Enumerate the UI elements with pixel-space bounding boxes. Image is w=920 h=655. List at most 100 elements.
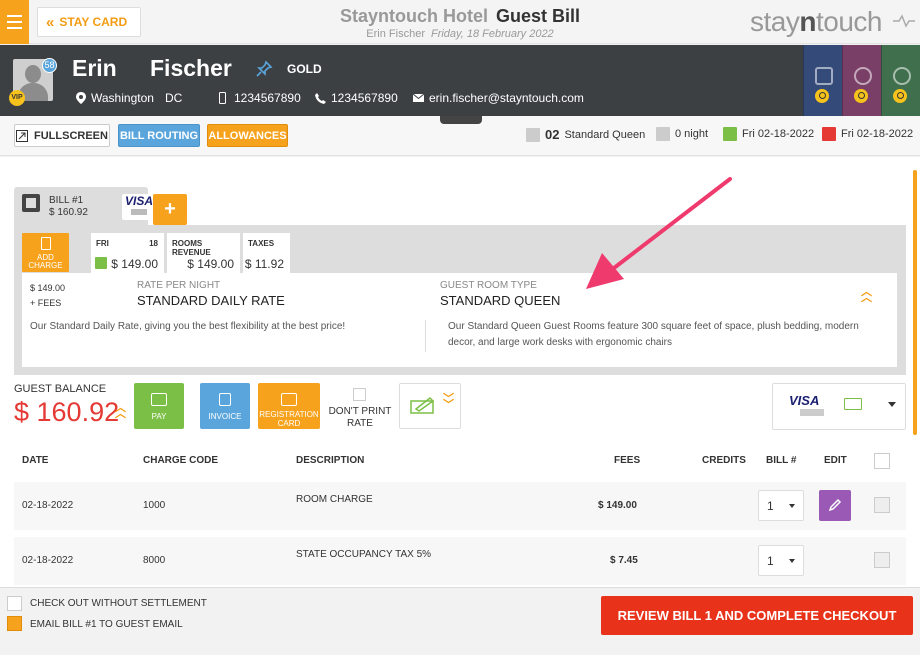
location-pin-icon <box>76 92 86 104</box>
expand-icon <box>16 129 29 142</box>
search-icon <box>815 89 829 103</box>
email-address: erin.fischer@stayntouch.com <box>429 91 584 105</box>
payment-method-select[interactable]: VISA <box>772 383 906 430</box>
guest-location: Washington DC <box>76 91 182 105</box>
search-icon <box>854 89 868 103</box>
annotation-arrow-icon <box>586 177 732 289</box>
guest-last-name: Fischer <box>150 55 232 81</box>
balance-expand-icon[interactable]: ︿ ︿ <box>115 403 126 420</box>
arrival-date: Fri 02-18-2022 <box>742 128 815 140</box>
nights: 0 night <box>675 128 709 140</box>
phone-number: 1234567890 <box>331 91 398 105</box>
key-icon <box>526 127 540 142</box>
add-bill-button[interactable]: + <box>153 194 187 225</box>
mobile-icon <box>219 92 226 104</box>
review-and-checkout-button[interactable]: REVIEW BILL 1 AND COMPLETE CHECKOUT <box>601 596 913 635</box>
checkout-without-settlement-label: CHECK OUT WITHOUT SETTLEMENT <box>30 598 207 609</box>
cheque-button[interactable]: ﹀ ﹀ <box>399 383 461 429</box>
bill-label: BILL #1 <box>49 195 84 206</box>
hotel-name: Stayntouch Hotel <box>339 6 488 26</box>
wallet-icon <box>151 393 167 406</box>
guest-mobile: 1234567890 <box>219 91 301 105</box>
allowances-button[interactable]: ALLOWANCES <box>207 124 288 147</box>
bill-tab-1[interactable]: BILL #1 $ 160.92 VISA <box>14 187 156 225</box>
rate-amount: $ 149.00 <box>30 283 66 293</box>
stayntouch-logo: stayntouch <box>750 6 882 37</box>
taxes-tab[interactable]: TAXES $ 11.92 <box>243 233 290 273</box>
col-edit: EDIT <box>824 455 847 466</box>
edit-button[interactable] <box>819 490 851 521</box>
departure-arrow-icon <box>822 127 836 141</box>
departure-date: Fri 02-18-2022 <box>841 128 914 140</box>
invoice-button[interactable]: INVOICE <box>200 383 250 429</box>
top-bar: « STAY CARD Stayntouch Hotel Guest Bill E… <box>0 0 920 44</box>
drawer-handle[interactable] <box>440 116 482 124</box>
col-date: DATE <box>22 455 49 466</box>
row-date: 02-18-2022 <box>22 555 74 566</box>
row-description: ROOM CHARGE <box>296 494 373 505</box>
room-type-name: STANDARD QUEEN <box>440 293 561 308</box>
bill-number-select[interactable]: 1 <box>758 545 804 576</box>
bill-number-select[interactable]: 1 <box>758 490 804 521</box>
rooms-revenue-tab[interactable]: ROOMS REVENUE $ 149.00 <box>167 233 240 273</box>
page-title-text: Guest Bill <box>496 6 581 26</box>
checkout-without-settlement-checkbox[interactable] <box>7 596 22 611</box>
col-credits: CREDITS <box>702 455 746 466</box>
dont-print-rate-checkbox[interactable] <box>353 388 366 401</box>
row-date: 02-18-2022 <box>22 500 74 511</box>
chevron-down-icon: ﹀ ﹀ <box>443 393 454 411</box>
arrival-arrow-icon <box>723 127 737 141</box>
building-icon <box>815 67 833 85</box>
pin-icon[interactable] <box>255 60 273 78</box>
group-icon <box>893 67 911 85</box>
cheque-icon <box>410 396 435 414</box>
row-fees: $ 7.45 <box>610 555 638 566</box>
activity-icon[interactable] <box>893 14 915 28</box>
title-date: Friday, 18 February 2022 <box>430 28 554 40</box>
select-all-checkbox[interactable] <box>874 453 890 469</box>
title-guest-name: Erin Fischer <box>366 28 425 40</box>
quick-tiles <box>803 45 920 116</box>
guest-balance-value: $ 160.92 <box>14 397 120 427</box>
departure-info: Fri 02-18-2022 <box>822 127 913 141</box>
printer-icon <box>281 393 297 406</box>
tile-building[interactable] <box>803 45 842 116</box>
card-number-mask <box>800 409 824 416</box>
rate-fees: + FEES <box>30 298 62 308</box>
collapse-icon[interactable]: ︿ ︿ <box>861 287 872 304</box>
rate-name: STANDARD DAILY RATE <box>137 293 285 308</box>
mobile-number: 1234567890 <box>234 91 301 105</box>
scrollbar[interactable] <box>913 170 917 435</box>
nights-info: 0 night <box>656 127 708 141</box>
room-number: 02 <box>545 127 560 142</box>
col-charge-code: CHARGE CODE <box>143 455 219 466</box>
dropdown-arrow-icon <box>888 402 896 407</box>
tile-globe[interactable] <box>842 45 881 116</box>
phone-icon <box>315 92 326 104</box>
vip-badge: VIP <box>9 90 25 106</box>
email-icon <box>413 94 424 102</box>
room-type-label: GUEST ROOM TYPE <box>440 280 537 291</box>
fullscreen-button[interactable]: FULLSCREEN <box>14 124 110 147</box>
row-charge-code: 8000 <box>143 555 166 566</box>
guest-header: 58 Erin Fischer GOLD Washington DC 12345… <box>0 45 920 116</box>
arrival-arrow-icon <box>95 257 107 269</box>
email-bill-checkbox[interactable] <box>7 616 22 631</box>
guest-phone: 1234567890 <box>315 91 398 105</box>
row-checkbox[interactable] <box>874 497 890 513</box>
tile-groups[interactable] <box>881 45 920 116</box>
dont-print-rate-label: DON'T PRINT RATE <box>328 406 392 429</box>
guest-balance-label: GUEST BALANCE <box>14 383 107 395</box>
moon-icon <box>656 127 670 141</box>
add-charge-button[interactable]: ADD CHARGE <box>22 233 69 272</box>
bill-icon <box>22 194 40 212</box>
pay-button[interactable]: PAY <box>134 383 184 429</box>
day-rate-tab[interactable]: FRI 18 $ 149.00 <box>91 233 164 273</box>
search-icon <box>893 89 907 103</box>
email-bill-label: EMAIL BILL #1 TO GUEST EMAIL <box>30 619 183 630</box>
registration-card-button[interactable]: REGISTRATION CARD <box>258 383 320 429</box>
room-description: Our Standard Queen Guest Rooms feature 3… <box>448 321 859 348</box>
calculator-icon <box>40 237 51 250</box>
row-checkbox[interactable] <box>874 552 890 568</box>
bill-routing-button[interactable]: BILL ROUTING <box>118 124 200 147</box>
